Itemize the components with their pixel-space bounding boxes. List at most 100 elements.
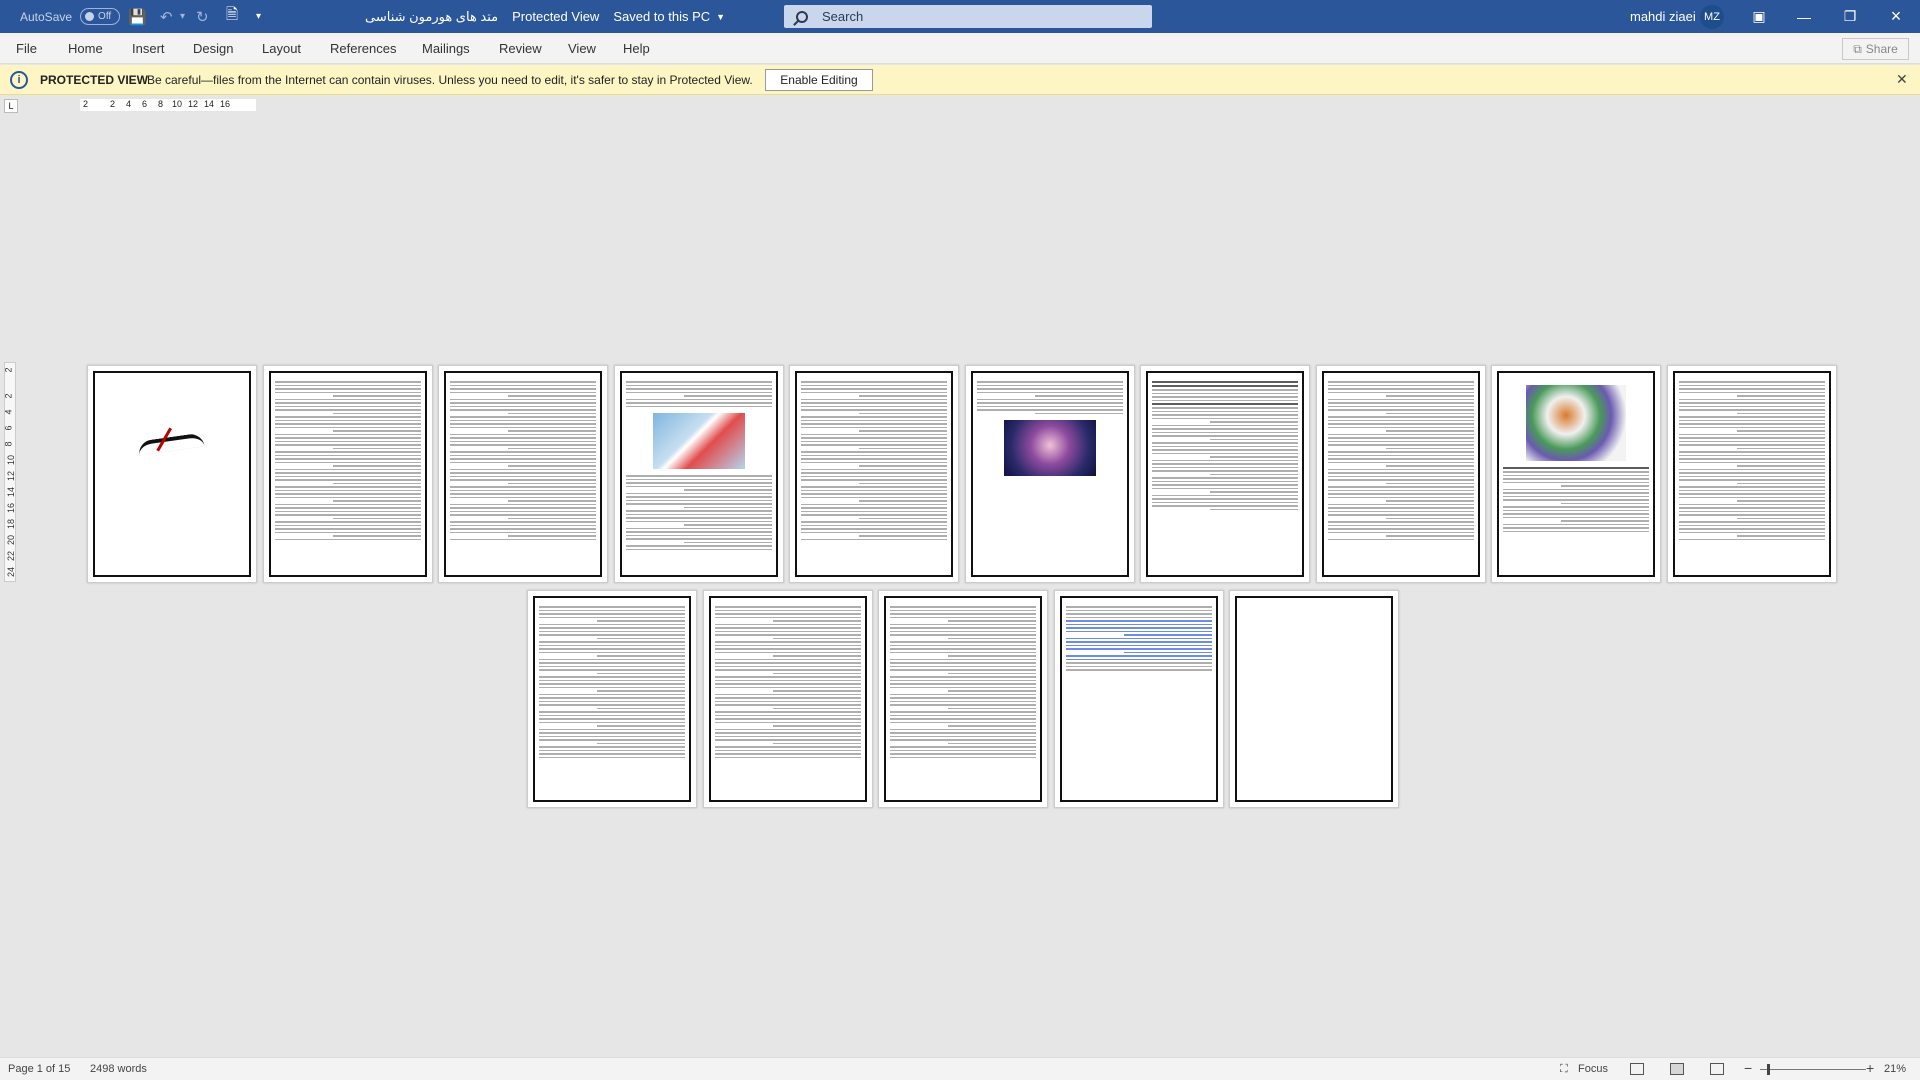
text-line	[1328, 454, 1474, 456]
tab-references[interactable]: References	[330, 41, 396, 56]
search-box[interactable]: Search	[784, 5, 1152, 28]
search-placeholder: Search	[822, 9, 864, 24]
ruler-tick: 2	[83, 99, 89, 109]
print-layout-icon[interactable]	[1670, 1063, 1684, 1075]
text-line	[539, 641, 685, 643]
web-layout-icon[interactable]	[1710, 1063, 1724, 1075]
autosave-control[interactable]: AutoSave Off	[20, 0, 121, 33]
tab-view[interactable]: View	[568, 41, 596, 56]
text-line	[1737, 465, 1825, 467]
customize-toolbar-icon[interactable]: ▾	[256, 0, 261, 33]
tab-file[interactable]: File	[16, 41, 37, 56]
minimize-icon[interactable]: —	[1781, 0, 1827, 33]
text-line	[1679, 538, 1825, 540]
text-line	[626, 503, 772, 505]
page-thumbnail[interactable]	[527, 590, 697, 808]
text-line	[450, 454, 596, 456]
word-count[interactable]: 2498 words	[90, 1063, 147, 1075]
text-line	[275, 507, 421, 509]
new-document-icon[interactable]: 🗎	[226, 0, 238, 33]
text-line	[773, 637, 861, 639]
read-mode-icon[interactable]	[1630, 1063, 1644, 1075]
save-icon[interactable]: 💾	[128, 0, 147, 33]
page-thumbnail[interactable]	[1054, 590, 1224, 808]
document-title-area[interactable]: متد های هورمون شناسی Protected View Save…	[365, 0, 739, 33]
tab-design[interactable]: Design	[193, 41, 233, 56]
close-icon[interactable]: ✕	[1896, 71, 1908, 88]
page-border	[93, 371, 251, 577]
page-border	[1235, 596, 1393, 802]
tab-home[interactable]: Home	[68, 41, 103, 56]
text-line	[948, 742, 1036, 744]
redo-icon[interactable]: ↻	[196, 0, 209, 33]
text-line	[450, 479, 596, 481]
ribbon-display-options-icon[interactable]: ▣	[1736, 0, 1782, 33]
text-line	[539, 658, 685, 660]
text-line	[890, 756, 1036, 758]
page-thumbnail[interactable]	[789, 365, 959, 583]
page-thumbnail[interactable]	[878, 590, 1048, 808]
page-thumbnail[interactable]	[614, 365, 784, 583]
zoom-slider[interactable]	[1760, 1069, 1866, 1070]
text-line	[539, 697, 685, 699]
text-line	[801, 528, 947, 530]
page-thumbnail[interactable]	[87, 365, 257, 583]
text-line	[275, 381, 421, 383]
tab-help[interactable]: Help	[623, 41, 650, 56]
page-thumbnail[interactable]	[438, 365, 608, 583]
restore-icon[interactable]: ❐	[1827, 0, 1873, 33]
zoom-out-icon[interactable]: −	[1744, 1060, 1752, 1076]
text-line	[1328, 538, 1474, 540]
text-line	[1066, 665, 1212, 667]
text-line	[539, 711, 685, 713]
text-line	[1679, 475, 1825, 477]
text-line	[450, 496, 596, 498]
text-line	[1328, 493, 1474, 495]
close-icon[interactable]: ×	[1873, 0, 1919, 33]
autosave-toggle[interactable]: Off	[80, 8, 121, 25]
text-line	[1066, 627, 1212, 629]
page-thumbnail[interactable]	[965, 365, 1135, 583]
text-line	[801, 384, 947, 386]
page-thumbnail[interactable]	[1491, 365, 1661, 583]
tab-review[interactable]: Review	[499, 41, 542, 56]
text-line	[773, 690, 861, 692]
tab-insert[interactable]: Insert	[132, 41, 165, 56]
horizontal-ruler[interactable]: 2 2 4 6 8 10 12 14 16	[80, 99, 256, 111]
text-line	[890, 665, 1036, 667]
undo-icon[interactable]: ↶	[160, 0, 173, 33]
tab-layout[interactable]: Layout	[262, 41, 301, 56]
ruler-tick: 6	[3, 425, 14, 431]
page-info[interactable]: Page 1 of 15	[8, 1063, 70, 1075]
page-thumbnail[interactable]	[1140, 365, 1310, 583]
page-thumbnail[interactable]	[263, 365, 433, 583]
text-line	[539, 721, 685, 723]
user-name[interactable]: mahdi ziaei	[1630, 0, 1696, 33]
protected-view-title: PROTECTED VIEW	[40, 73, 149, 87]
text-line	[1328, 416, 1474, 418]
zoom-level[interactable]: 21%	[1884, 1063, 1906, 1075]
protein-image	[1526, 385, 1626, 461]
zoom-slider-thumb[interactable]	[1767, 1064, 1770, 1075]
ruler-tick: 18	[6, 518, 17, 530]
page-thumbnail[interactable]	[1667, 365, 1837, 583]
text-line	[890, 609, 1036, 611]
text-line	[890, 718, 1036, 720]
share-button[interactable]: ⧉ Share	[1842, 38, 1909, 60]
enable-editing-button[interactable]: Enable Editing	[765, 69, 873, 91]
undo-dropdown-icon[interactable]: ▾	[180, 0, 185, 33]
text-line	[1152, 463, 1298, 465]
page-thumbnail[interactable]	[1316, 365, 1486, 583]
zoom-in-icon[interactable]: +	[1866, 1060, 1874, 1076]
text-line	[450, 528, 596, 530]
tab-mailings[interactable]: Mailings	[422, 41, 470, 56]
vertical-ruler[interactable]: 2 2 4 6 8 10 12 14 16 18 20 22 24	[4, 362, 16, 582]
tab-selector-icon[interactable]: L	[4, 99, 18, 113]
page-thumbnail[interactable]	[1229, 590, 1399, 808]
text-line	[450, 405, 596, 407]
focus-button[interactable]: Focus	[1578, 1063, 1608, 1075]
page-thumbnail[interactable]	[703, 590, 873, 808]
avatar[interactable]: MZ	[1700, 5, 1724, 29]
page-border	[795, 371, 953, 577]
ruler-tick: 16	[6, 502, 17, 514]
